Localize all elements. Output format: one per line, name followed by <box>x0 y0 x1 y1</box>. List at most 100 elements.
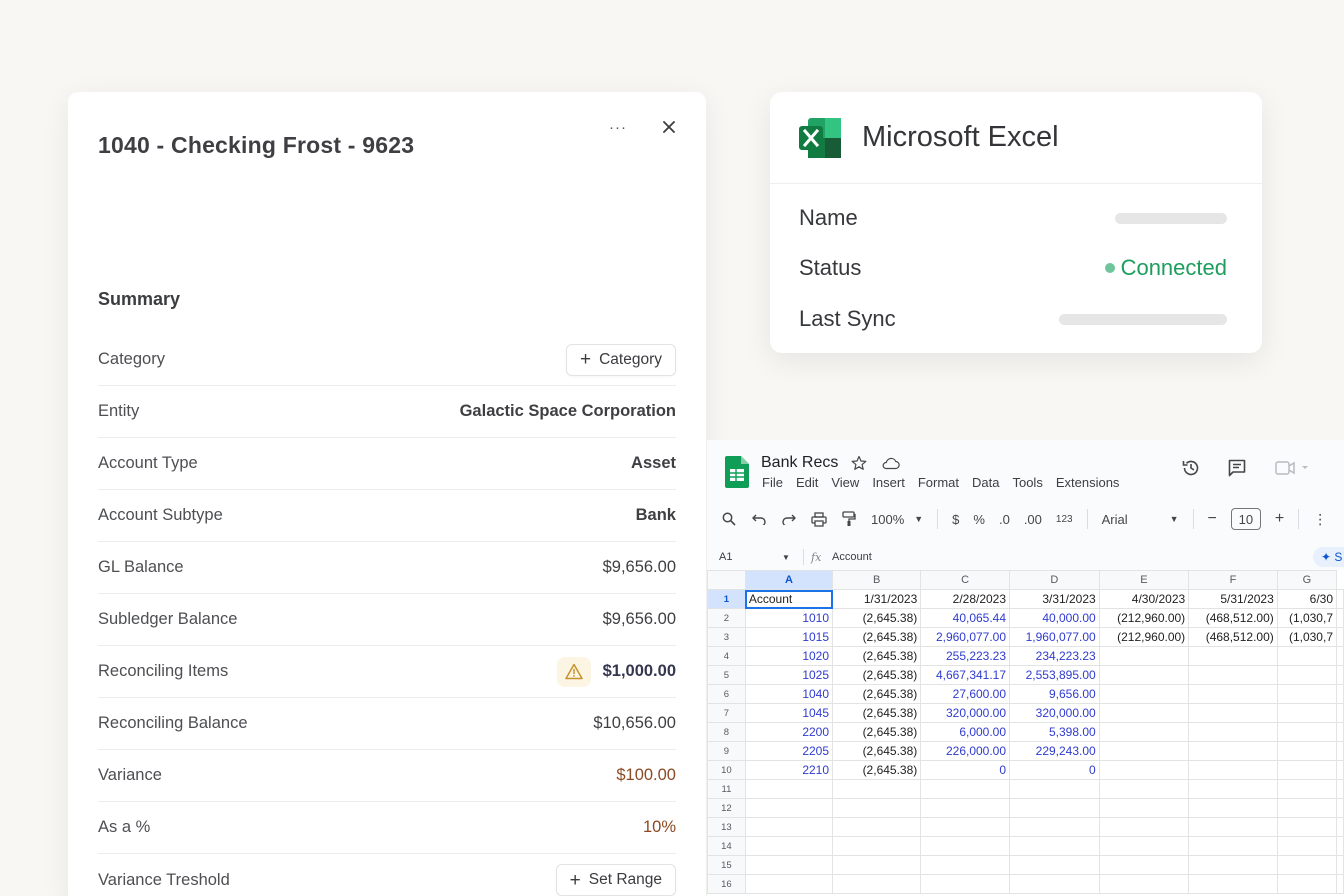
sheet-cell[interactable] <box>744 798 834 818</box>
sheet-cell[interactable]: 1025 <box>744 665 834 685</box>
more-vert-icon[interactable]: ⋮ <box>1313 512 1327 526</box>
sheet-cell[interactable] <box>1336 817 1344 837</box>
sheet-cell[interactable]: 40,065.44 <box>920 608 1011 628</box>
sheet-cell[interactable] <box>832 836 922 856</box>
sheet-cell[interactable]: 226,000.00 <box>920 741 1011 761</box>
sheet-cell[interactable] <box>1336 646 1344 666</box>
decrease-font-size-button[interactable]: − <box>1208 510 1217 528</box>
sheet-cell[interactable] <box>832 779 922 799</box>
sheet-cell[interactable] <box>1098 836 1190 856</box>
sheet-cell[interactable] <box>1188 703 1278 723</box>
redo-icon[interactable] <box>781 511 797 527</box>
select-all-corner[interactable] <box>707 570 746 590</box>
sheet-cell[interactable] <box>1276 855 1338 875</box>
sheet-cell[interactable] <box>1188 874 1278 894</box>
sheet-cell[interactable]: (2,645.38) <box>832 703 922 723</box>
sheet-cell[interactable] <box>744 779 834 799</box>
sheet-cell[interactable] <box>1009 874 1100 894</box>
sheet-cell[interactable] <box>1188 760 1278 780</box>
sheet-cell[interactable]: 2205 <box>744 741 834 761</box>
sheet-cell[interactable] <box>1336 722 1344 742</box>
sheet-cell[interactable] <box>1336 760 1344 780</box>
sheet-cell[interactable]: 255,223.23 <box>920 646 1011 666</box>
menu-format[interactable]: Format <box>918 475 959 490</box>
menu-tools[interactable]: Tools <box>1012 475 1042 490</box>
sheet-cell[interactable] <box>1336 665 1344 685</box>
row-number[interactable]: 3 <box>707 627 746 647</box>
column-header[interactable]: D <box>1009 570 1100 590</box>
sheet-cell[interactable]: (1,030,7 <box>1276 627 1338 647</box>
row-number[interactable]: 2 <box>707 608 746 628</box>
sheet-cell[interactable] <box>1098 760 1190 780</box>
sheet-cell[interactable] <box>1188 646 1278 666</box>
menu-edit[interactable]: Edit <box>796 475 818 490</box>
row-number[interactable]: 12 <box>707 798 746 818</box>
sheet-cell[interactable]: (468,512.00) <box>1188 627 1278 647</box>
row-number[interactable]: 11 <box>707 779 746 799</box>
sheet-cell[interactable] <box>1276 874 1338 894</box>
sheet-cell[interactable]: (2,645.38) <box>832 741 922 761</box>
sheet-cell[interactable]: 5,398.00 <box>1009 722 1100 742</box>
sheet-cell[interactable]: 2,553,895.00 <box>1009 665 1100 685</box>
sheet-cell[interactable] <box>1336 836 1344 856</box>
version-history-icon[interactable] <box>1181 458 1201 478</box>
row-number[interactable]: 16 <box>707 874 746 894</box>
sheet-cell[interactable] <box>1336 798 1344 818</box>
sheet-cell[interactable]: 6,000.00 <box>920 722 1011 742</box>
sheet-cell[interactable]: 320,000.00 <box>920 703 1011 723</box>
row-number[interactable]: 10 <box>707 760 746 780</box>
sheet-cell[interactable]: (2,645.38) <box>832 646 922 666</box>
font-size-input[interactable]: 10 <box>1230 508 1261 530</box>
sheet-cell[interactable] <box>832 798 922 818</box>
sheet-cell[interactable] <box>1188 779 1278 799</box>
sheet-cell[interactable] <box>832 874 922 894</box>
sheet-cell[interactable] <box>1188 722 1278 742</box>
sheet-cell[interactable] <box>920 836 1011 856</box>
sheet-cell[interactable] <box>1009 817 1100 837</box>
sheet-cell[interactable] <box>1276 760 1338 780</box>
sheet-cell[interactable]: 4/30/2023 <box>1098 589 1190 609</box>
sheet-cell[interactable]: (212,960.00) <box>1098 608 1190 628</box>
sheet-cell[interactable]: 1,960,077.00 <box>1009 627 1100 647</box>
menu-view[interactable]: View <box>831 475 859 490</box>
sheet-cell[interactable]: Account <box>744 589 834 609</box>
sheet-cell[interactable] <box>920 874 1011 894</box>
increase-decimal-button[interactable]: .00 <box>1024 512 1042 527</box>
sheet-cell[interactable] <box>1276 684 1338 704</box>
menu-extensions[interactable]: Extensions <box>1056 475 1120 490</box>
format-percent-button[interactable]: % <box>973 512 985 527</box>
sheet-cell[interactable]: (1,030,7 <box>1276 608 1338 628</box>
sheet-cell[interactable] <box>1098 646 1190 666</box>
sheet-cell[interactable]: 40,000.00 <box>1009 608 1100 628</box>
sheet-cell[interactable] <box>1098 741 1190 761</box>
column-header[interactable]: F <box>1188 570 1278 590</box>
row-number[interactable]: 4 <box>707 646 746 666</box>
sheet-cell[interactable] <box>920 855 1011 875</box>
sheet-cell[interactable]: (2,645.38) <box>832 684 922 704</box>
increase-font-size-button[interactable]: + <box>1275 510 1284 528</box>
sheet-cell[interactable] <box>920 817 1011 837</box>
sheet-cell[interactable] <box>1009 855 1100 875</box>
row-number[interactable]: 1 <box>707 589 746 609</box>
sheet-cell[interactable] <box>1336 741 1344 761</box>
sheet-cell[interactable]: 1020 <box>744 646 834 666</box>
sheet-cell[interactable]: 229,243.00 <box>1009 741 1100 761</box>
sheet-cell[interactable]: (2,645.38) <box>832 722 922 742</box>
sheet-cell[interactable] <box>1188 836 1278 856</box>
paint-format-icon[interactable] <box>841 511 857 527</box>
sheet-cell[interactable] <box>1009 836 1100 856</box>
sheet-cell[interactable]: 1015 <box>744 627 834 647</box>
menu-file[interactable]: File <box>762 475 783 490</box>
sheet-cell[interactable] <box>1336 779 1344 799</box>
sheet-cell[interactable]: 2200 <box>744 722 834 742</box>
sheet-cell[interactable]: 0 <box>920 760 1011 780</box>
sheet-cell[interactable]: (2,645.38) <box>832 608 922 628</box>
sheet-cell[interactable] <box>1098 684 1190 704</box>
font-select[interactable]: Arial ▼ <box>1102 512 1179 527</box>
undo-icon[interactable] <box>751 511 767 527</box>
sheet-cell[interactable] <box>1336 684 1344 704</box>
row-number[interactable]: 8 <box>707 722 746 742</box>
sheet-cell[interactable] <box>1098 703 1190 723</box>
sheet-cell[interactable] <box>920 798 1011 818</box>
sheet-cell[interactable] <box>1188 817 1278 837</box>
